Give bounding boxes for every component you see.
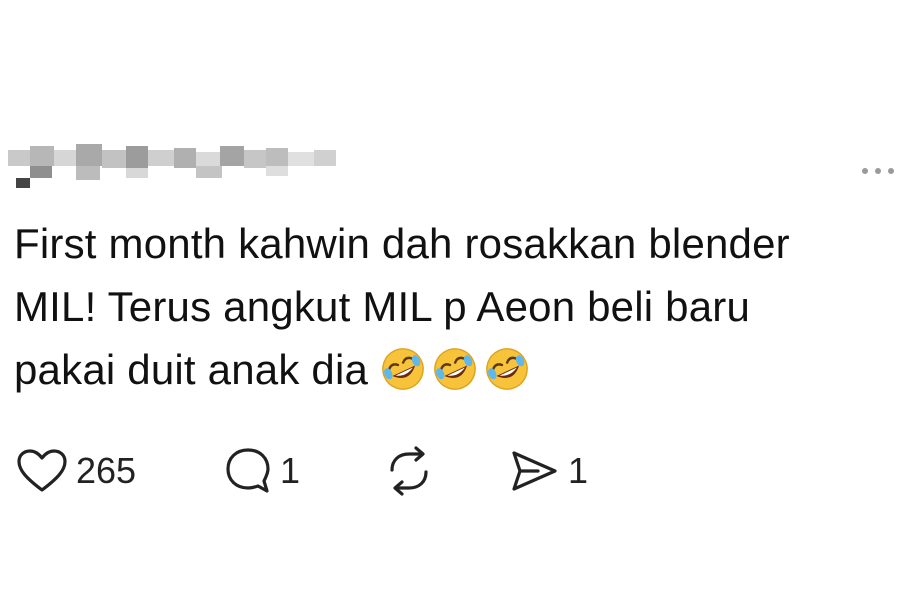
pixelated-username-image [8, 144, 336, 188]
share-count: 1 [568, 450, 589, 491]
heart-icon [17, 449, 67, 492]
username-redacted[interactable] [8, 140, 358, 190]
like-count: 265 [76, 450, 137, 491]
more-dot-icon [888, 168, 894, 174]
comment-count: 1 [280, 450, 301, 491]
like-button[interactable]: 265 [16, 446, 136, 496]
action-bar: 265 1 1 [16, 446, 716, 496]
comment-button[interactable]: 1 [224, 446, 300, 496]
rolling-laughing-emoji-icon [486, 348, 528, 390]
rolling-laughing-emoji-icon [382, 348, 424, 390]
comment-icon [226, 448, 270, 493]
repost-button[interactable] [382, 446, 444, 496]
repost-icon [390, 446, 428, 496]
send-icon [512, 451, 557, 491]
share-button[interactable]: 1 [508, 446, 588, 496]
post-text: First month kahwin dah rosakkan blender … [14, 212, 900, 401]
more-options-button[interactable] [862, 156, 900, 186]
rolling-laughing-emoji-icon [434, 348, 476, 390]
more-dot-icon [862, 168, 868, 174]
post-card: First month kahwin dah rosakkan blender … [0, 0, 900, 600]
more-dot-icon [875, 168, 881, 174]
